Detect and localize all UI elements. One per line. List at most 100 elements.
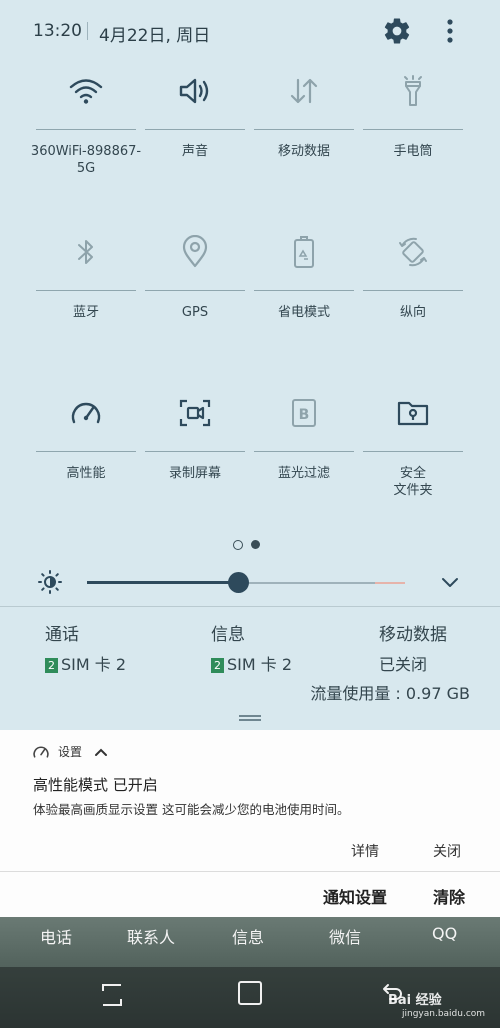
tile-power-saving[interactable]: 省电模式: [254, 224, 354, 344]
navigation-bar: Bai 经验 jingyan.baidu.com: [0, 967, 500, 1028]
settings-button[interactable]: [382, 16, 412, 46]
notification-title: 高性能模式 已开启: [33, 776, 158, 794]
brightness-slider-thumb[interactable]: [228, 572, 249, 593]
status-bar: 13:20 4月22日, 周日: [0, 0, 500, 64]
panel-divider: [0, 606, 500, 607]
chevron-up-icon[interactable]: [94, 746, 108, 758]
notification-app-name: 设置: [58, 745, 83, 759]
tile-secure-folder[interactable]: 安全 文件夹: [363, 385, 463, 505]
tile-label: 纵向: [399, 305, 426, 320]
tile-label: 省电模式: [277, 305, 330, 320]
sim-message[interactable]: 信息 2 SIM 卡 2: [211, 620, 292, 675]
blue-light-filter-icon: B: [279, 391, 329, 435]
brightness-track[interactable]: [237, 582, 375, 584]
chevron-down-icon: [442, 578, 458, 587]
tile-divider: [254, 290, 354, 291]
tile-label: GPS: [181, 305, 209, 320]
rotation-icon: [388, 230, 438, 274]
notification-close-button[interactable]: 关闭: [433, 841, 461, 861]
tile-divider: [254, 129, 354, 130]
page-dot-1[interactable]: [233, 539, 243, 550]
tile-label: 360WiFi-898867-5G: [30, 144, 142, 176]
panel-drag-handle[interactable]: [239, 715, 261, 721]
clock: 13:20: [33, 21, 82, 41]
notification-details-button[interactable]: 详情: [351, 841, 379, 861]
brightness-expand-button[interactable]: [438, 572, 462, 592]
tile-sound[interactable]: 声音: [145, 63, 245, 183]
tile-wifi[interactable]: 360WiFi-898867-5G: [31, 63, 141, 183]
date: 4月22日, 周日: [99, 26, 211, 46]
wifi-icon: [61, 69, 111, 113]
notification-card[interactable]: 设置 高性能模式 已开启 体验最高画质显示设置 这可能会减少您的电池使用时间。 …: [0, 730, 500, 872]
tile-divider: [363, 129, 463, 130]
notification-text: 体验最高画质显示设置 这可能会减少您的电池使用时间。: [33, 802, 350, 817]
brightness-track-warning: [375, 582, 405, 584]
dock-app-phone[interactable]: 电话: [40, 924, 72, 948]
tile-label: 安全 文件夹: [393, 466, 433, 498]
dock-app-contacts[interactable]: 联系人: [127, 924, 175, 948]
tile-divider: [254, 451, 354, 452]
clear-button[interactable]: 清除: [433, 884, 465, 908]
data-usage: 流量使用量 : 0.97 GB: [310, 684, 470, 703]
flashlight-icon: [388, 69, 438, 113]
sim-call[interactable]: 通话 2 SIM 卡 2: [45, 620, 126, 675]
tile-label: 移动数据: [277, 144, 330, 159]
dock-app-messages[interactable]: 信息: [232, 924, 264, 948]
tile-label: 高性能: [66, 466, 106, 481]
brightness-control: [0, 562, 500, 602]
tile-mobile-data[interactable]: 移动数据: [254, 63, 354, 183]
watermark-brand: Bai 经验: [388, 993, 442, 1008]
screen-record-icon: [170, 391, 220, 435]
brightness-track-fill: [87, 581, 237, 584]
home-screen-background: 电话 联系人 信息 微信 QQ Bai 经验 jingyan.baidu.com: [0, 917, 500, 1028]
bluetooth-icon: [61, 230, 111, 274]
sim-message-value: SIM 卡 2: [227, 655, 293, 674]
tile-gps[interactable]: GPS: [145, 224, 245, 344]
tile-divider: [36, 129, 136, 130]
sim-mobile-data[interactable]: 移动数据 已关闭: [379, 620, 447, 675]
notification-header: 设置: [32, 743, 108, 760]
status-separator: [87, 22, 88, 40]
more-vertical-icon: [447, 19, 453, 43]
tile-rotation[interactable]: 纵向: [363, 224, 463, 344]
gps-icon: [170, 230, 220, 274]
tile-divider: [36, 290, 136, 291]
tile-divider: [36, 451, 136, 452]
gear-icon: [384, 18, 410, 44]
sound-icon: [170, 69, 220, 113]
tile-bluetooth[interactable]: 蓝牙: [36, 224, 136, 344]
tile-divider: [145, 129, 245, 130]
performance-icon: [33, 746, 49, 758]
tile-label: 蓝光过滤: [277, 466, 330, 481]
page-indicator: [233, 534, 268, 553]
home-button[interactable]: [238, 981, 262, 1005]
tile-label: 蓝牙: [72, 305, 99, 320]
page-dot-2[interactable]: [251, 540, 260, 549]
tile-blue-light-filter[interactable]: B 蓝光过滤: [254, 385, 354, 505]
dock-app-wechat[interactable]: 微信: [329, 924, 361, 948]
more-options-button[interactable]: [440, 16, 460, 46]
sim-data-label: 移动数据: [379, 625, 447, 645]
dock-app-qq[interactable]: QQ: [432, 924, 457, 943]
recent-apps-icon: [102, 984, 122, 1006]
tile-divider: [363, 290, 463, 291]
tile-label: 手电筒: [393, 144, 433, 159]
brightness-icon: [38, 570, 62, 594]
sim-badge: 2: [45, 658, 58, 673]
tile-high-performance[interactable]: 高性能: [36, 385, 136, 505]
tile-label: 声音: [181, 144, 208, 159]
quick-panel: 13:20 4月22日, 周日 360WiFi-898867-5G 声音 移动数…: [0, 0, 500, 730]
secure-folder-icon: [388, 391, 438, 435]
notification-settings-button[interactable]: 通知设置: [323, 884, 387, 908]
tile-label: 录制屏幕: [168, 466, 221, 481]
tile-divider: [363, 451, 463, 452]
sim-data-status: 已关闭: [379, 655, 428, 674]
notification-actions: 通知设置 清除: [0, 872, 500, 917]
recent-apps-button[interactable]: [100, 981, 124, 1009]
battery-saver-icon: [279, 230, 329, 274]
tile-screen-record[interactable]: 录制屏幕: [145, 385, 245, 505]
tile-flashlight[interactable]: 手电筒: [363, 63, 463, 183]
watermark-url: jingyan.baidu.com: [402, 1009, 486, 1019]
sim-badge: 2: [211, 658, 224, 673]
sim-message-label: 信息: [211, 625, 245, 645]
